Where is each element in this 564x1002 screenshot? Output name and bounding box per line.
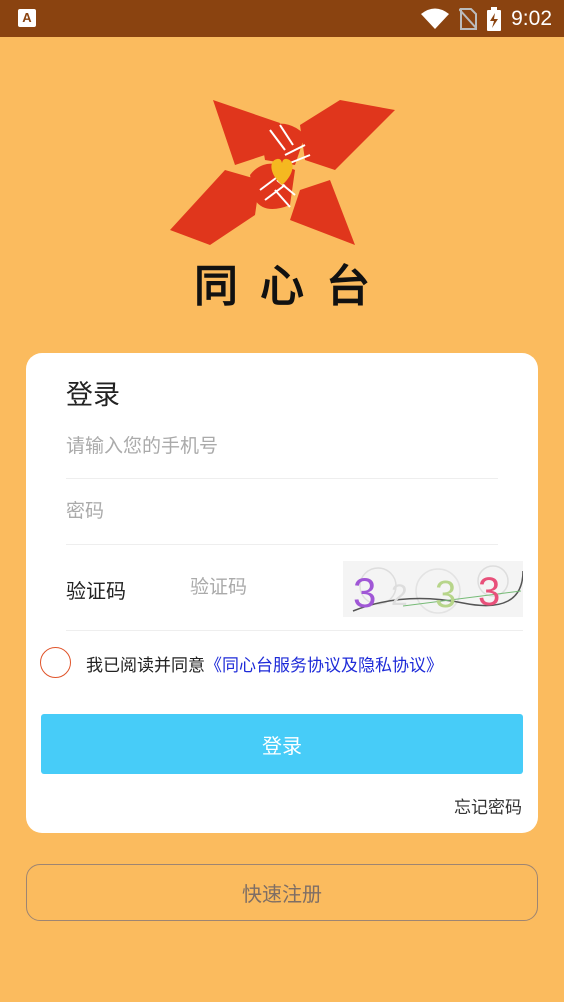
login-card: 登录 验证码 3 2 3 3 我已阅读并同意《同心台服务协议及隐私协议》 登录 …	[26, 353, 538, 833]
app-notification-icon: A	[18, 9, 36, 27]
status-bar: A 9:02	[0, 0, 564, 37]
phone-field	[66, 423, 498, 479]
agreement-link[interactable]: 《同心台服务协议及隐私协议》	[205, 656, 443, 676]
svg-text:3: 3	[478, 570, 500, 614]
logo-text: 同心台	[194, 261, 392, 312]
captcha-image[interactable]: 3 2 3 3	[343, 561, 523, 617]
agreement-text: 我已阅读并同意《同心台服务协议及隐私协议》	[86, 651, 443, 676]
status-icons: 9:02	[421, 0, 552, 37]
captcha-row: 验证码 3 2 3 3	[66, 553, 523, 631]
password-field	[66, 488, 498, 545]
phone-input[interactable]	[66, 423, 498, 468]
agreement-checkbox[interactable]	[40, 647, 71, 678]
svg-text:3: 3	[435, 574, 456, 616]
login-title: 登录	[66, 380, 120, 411]
wifi-icon	[421, 8, 450, 29]
battery-charging-icon	[487, 6, 502, 31]
no-sim-icon	[459, 7, 478, 30]
status-time: 9:02	[511, 6, 552, 30]
quick-register-button[interactable]: 快速注册	[26, 864, 538, 921]
forgot-password-link[interactable]: 忘记密码	[454, 793, 522, 818]
agreement-prefix: 我已阅读并同意	[86, 656, 205, 676]
svg-text:3: 3	[353, 569, 376, 616]
tongxintai-logo-icon	[170, 100, 395, 245]
agreement-row: 我已阅读并同意《同心台服务协议及隐私协议》	[40, 645, 520, 679]
svg-text:2: 2	[391, 579, 408, 612]
captcha-input[interactable]	[190, 569, 330, 605]
login-button[interactable]: 登录	[41, 714, 523, 774]
password-input[interactable]	[66, 488, 498, 533]
captcha-label: 验证码	[66, 579, 126, 603]
